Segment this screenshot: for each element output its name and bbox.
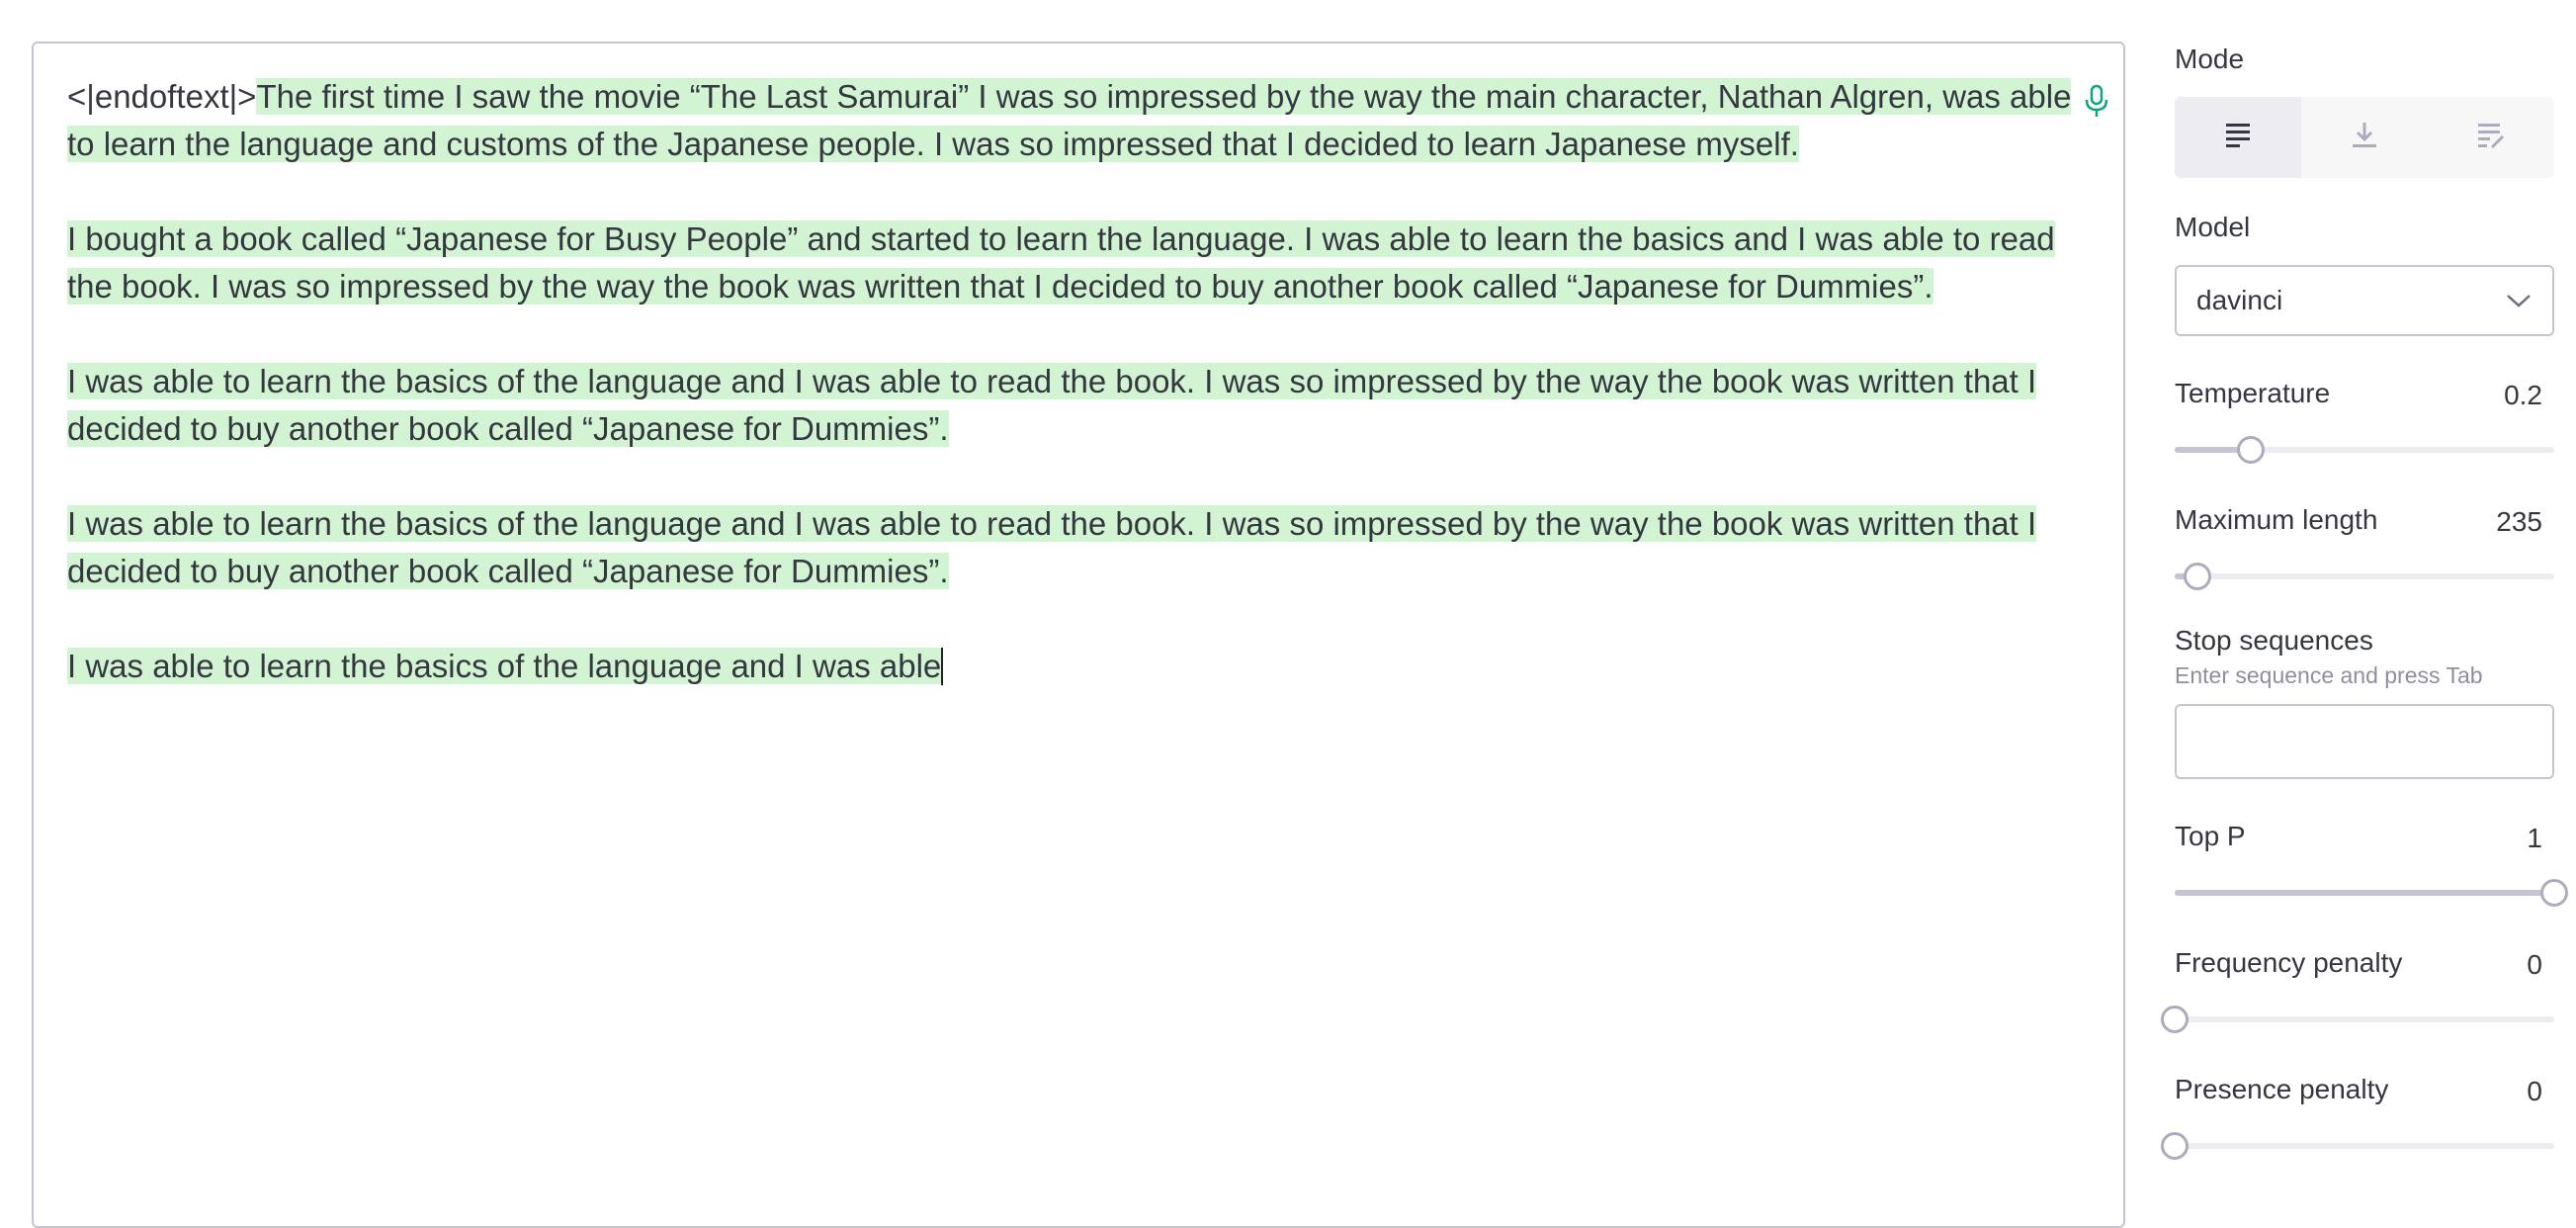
generated-text: The first time I saw the movie “The Last… bbox=[67, 78, 2072, 162]
temperature-label: Temperature bbox=[2175, 378, 2331, 408]
generated-text: I was able to learn the basics of the la… bbox=[67, 363, 2037, 447]
settings-panel: Mode Model davinci Temperature 0.2 Maxim… bbox=[2161, 0, 2576, 1196]
generated-text: I was able to learn the basics of the la… bbox=[67, 648, 942, 684]
complete-mode-icon bbox=[2224, 121, 2252, 155]
paragraph: I was able to learn the basics of the la… bbox=[67, 500, 2084, 595]
generated-text: I bought a book called “Japanese for Bus… bbox=[67, 220, 2055, 305]
mode-edit-button[interactable] bbox=[2428, 97, 2554, 178]
paragraph: I bought a book called “Japanese for Bus… bbox=[67, 216, 2084, 310]
editor-content[interactable]: <|endoftext|>The first time I saw the mo… bbox=[67, 73, 2084, 738]
top-p-value: 1 bbox=[2527, 823, 2542, 853]
frequency-penalty-slider[interactable] bbox=[2161, 1005, 2554, 1033]
slider-thumb[interactable] bbox=[2161, 1006, 2189, 1033]
slider-thumb[interactable] bbox=[2236, 436, 2265, 464]
stop-sequences-label: Stop sequences bbox=[2175, 625, 2373, 656]
microphone-icon[interactable] bbox=[2082, 83, 2111, 121]
max-length-value: 235 bbox=[2496, 506, 2542, 537]
slider-thumb[interactable] bbox=[2540, 879, 2568, 907]
stop-sequences-input[interactable] bbox=[2175, 704, 2554, 779]
frequency-penalty-value: 0 bbox=[2527, 949, 2542, 980]
slider-thumb[interactable] bbox=[2161, 1132, 2189, 1160]
chevron-down-icon bbox=[2505, 291, 2533, 315]
paragraph: <|endoftext|>The first time I saw the mo… bbox=[67, 73, 2084, 168]
edit-mode-icon bbox=[2476, 121, 2506, 155]
insert-mode-icon bbox=[2351, 121, 2378, 155]
presence-penalty-slider[interactable] bbox=[2161, 1131, 2554, 1160]
slider-track bbox=[2175, 1016, 2554, 1022]
slider-track bbox=[2175, 573, 2554, 579]
top-p-slider[interactable] bbox=[2175, 878, 2568, 907]
presence-penalty-label: Presence penalty bbox=[2175, 1074, 2389, 1104]
mode-label: Mode bbox=[2175, 44, 2245, 74]
stop-sequences-hint: Enter sequence and press Tab bbox=[2175, 662, 2483, 688]
temperature-slider[interactable] bbox=[2175, 435, 2554, 464]
model-label: Model bbox=[2175, 212, 2251, 242]
temperature-value: 0.2 bbox=[2504, 380, 2542, 410]
text-cursor bbox=[941, 648, 944, 685]
frequency-penalty-label: Frequency penalty bbox=[2175, 947, 2403, 978]
presence-penalty-value: 0 bbox=[2527, 1076, 2542, 1106]
prompt-editor[interactable]: <|endoftext|>The first time I saw the mo… bbox=[32, 42, 2125, 1228]
paragraph: I was able to learn the basics of the la… bbox=[67, 643, 2084, 690]
mode-selector bbox=[2175, 97, 2554, 178]
max-length-label: Maximum length bbox=[2175, 504, 2378, 535]
model-select-value: davinci bbox=[2196, 285, 2283, 315]
max-length-slider[interactable] bbox=[2175, 562, 2554, 590]
model-select[interactable]: davinci bbox=[2175, 265, 2554, 336]
generated-text: I was able to learn the basics of the la… bbox=[67, 505, 2037, 589]
prompt-prefix: <|endoftext|> bbox=[67, 78, 257, 115]
top-p-label: Top P bbox=[2175, 821, 2246, 851]
paragraph: I was able to learn the basics of the la… bbox=[67, 358, 2084, 453]
mode-insert-button[interactable] bbox=[2301, 97, 2428, 178]
slider-fill bbox=[2175, 890, 2554, 896]
slider-thumb[interactable] bbox=[2184, 563, 2212, 590]
slider-track bbox=[2175, 1143, 2554, 1149]
mode-complete-button[interactable] bbox=[2175, 97, 2301, 178]
